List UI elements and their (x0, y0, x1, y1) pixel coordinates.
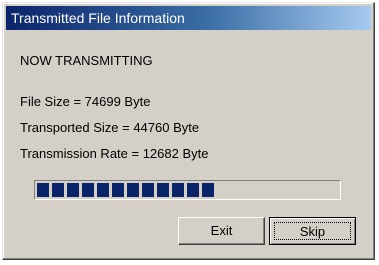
dialog-title: Transmitted File Information (6, 6, 371, 30)
progress-fill (37, 183, 214, 197)
transmission-dialog: Transmitted File Information NOW TRANSMI… (2, 2, 375, 260)
transported-size-text: Transported Size = 44760 Byte (20, 120, 200, 135)
skip-button[interactable]: Skip (269, 217, 356, 245)
status-text: NOW TRANSMITTING (20, 53, 153, 68)
transmission-progress-bar (34, 180, 341, 200)
transmission-rate-text: Transmission Rate = 12682 Byte (20, 146, 209, 161)
skip-button-label: Skip (274, 222, 351, 240)
file-size-text: File Size = 74699 Byte (20, 94, 151, 109)
exit-button[interactable]: Exit (178, 217, 265, 245)
